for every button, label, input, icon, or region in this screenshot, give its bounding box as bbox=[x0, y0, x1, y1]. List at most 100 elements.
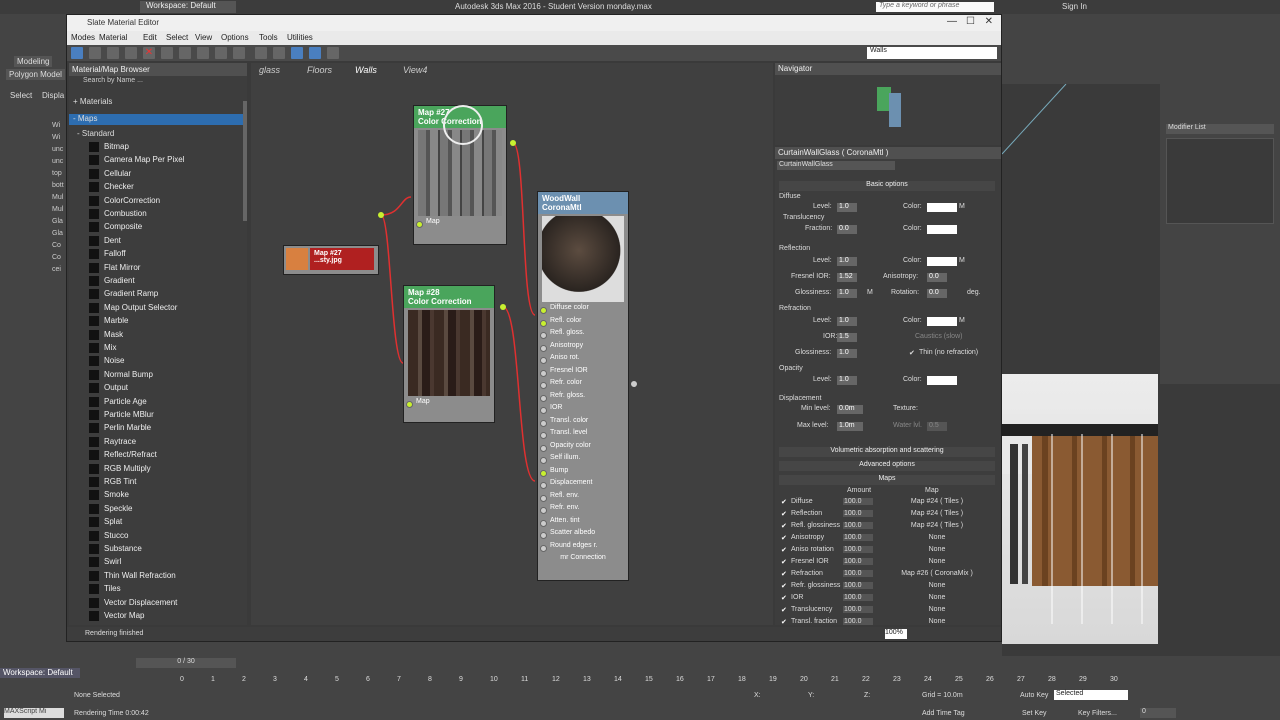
material-map-navigator-icon[interactable] bbox=[273, 47, 285, 59]
map-row-amount[interactable]: 100.0 bbox=[843, 618, 873, 625]
node-bitmap[interactable]: Map #27 ...sty.jpg bbox=[283, 245, 379, 275]
select-by-material-icon[interactable] bbox=[327, 47, 339, 59]
scene-item[interactable]: cei bbox=[52, 266, 66, 277]
menu-view[interactable]: View bbox=[195, 33, 212, 42]
thin-checkbox[interactable]: Thin (no refraction) bbox=[919, 349, 978, 356]
material-slot[interactable]: Diffuse color bbox=[538, 304, 628, 317]
map-row-amount[interactable]: 100.0 bbox=[843, 570, 873, 577]
material-slot[interactable]: Refl. color bbox=[538, 317, 628, 330]
slot-connector-icon[interactable] bbox=[540, 469, 547, 477]
material-slot[interactable]: Self illum. bbox=[538, 454, 628, 467]
map-row-amount[interactable]: 100.0 bbox=[843, 522, 873, 529]
material-slot[interactable]: Refr. gloss. bbox=[538, 392, 628, 405]
material-slot[interactable]: Displacement bbox=[538, 479, 628, 492]
modifier-list-dropdown[interactable]: Modifier List bbox=[1166, 124, 1274, 134]
browser-scrollbar[interactable] bbox=[243, 101, 247, 221]
map-button[interactable]: M bbox=[959, 203, 965, 210]
scene-item[interactable]: Gla bbox=[52, 218, 66, 229]
rollout-maps[interactable]: Maps bbox=[779, 475, 995, 485]
opacity-color-swatch[interactable] bbox=[927, 376, 957, 385]
slot-connector-icon[interactable] bbox=[540, 394, 547, 402]
browser-search-input[interactable]: Search by Name ... bbox=[69, 76, 247, 87]
diffuse-level-spinner[interactable]: 1.0 bbox=[837, 203, 857, 212]
material-slot[interactable]: Refr. color bbox=[538, 379, 628, 392]
pick-material-icon[interactable] bbox=[89, 47, 101, 59]
slot-connector-icon[interactable] bbox=[540, 307, 547, 314]
slot-connector-icon[interactable] bbox=[540, 344, 547, 352]
maximize-icon[interactable]: ☐ bbox=[966, 16, 975, 27]
check-icon[interactable]: ✔ bbox=[781, 510, 787, 518]
menu-select[interactable]: Select bbox=[166, 33, 188, 42]
map-row-amount[interactable]: 100.0 bbox=[843, 498, 873, 505]
slot-connector-icon[interactable] bbox=[540, 507, 547, 514]
water-level-checkbox[interactable]: Water lvl. bbox=[893, 422, 922, 429]
show-background-icon[interactable] bbox=[215, 47, 227, 59]
scene-item[interactable]: Wi bbox=[52, 122, 66, 133]
map-row-button[interactable]: None bbox=[885, 594, 989, 601]
map-button[interactable]: M bbox=[959, 257, 965, 264]
select-label[interactable]: Select bbox=[10, 91, 32, 100]
material-slot[interactable]: Aniso rot. bbox=[538, 354, 628, 367]
auto-key-button[interactable]: Auto Key bbox=[1020, 692, 1048, 699]
slot-connector-icon[interactable] bbox=[540, 444, 547, 452]
slot-connector-icon[interactable] bbox=[540, 544, 547, 552]
time-slider[interactable]: 0 / 30 bbox=[136, 658, 236, 668]
set-key-button[interactable]: Set Key bbox=[1022, 710, 1047, 717]
node-header[interactable]: Map #27 ...sty.jpg bbox=[310, 248, 374, 270]
slot-connector-icon[interactable] bbox=[540, 319, 547, 327]
node-header[interactable]: WoodWall CoronaMtl bbox=[538, 192, 628, 214]
node-view-area[interactable]: glass Floors Walls View4 Map #27 Color C… bbox=[251, 63, 773, 625]
slot-connector-icon[interactable] bbox=[540, 532, 547, 539]
slot-connector-icon[interactable] bbox=[540, 482, 547, 489]
rollout-basic-options[interactable]: Basic options bbox=[779, 181, 995, 191]
group-maps[interactable]: - Maps bbox=[69, 114, 243, 125]
slot-connector-icon[interactable] bbox=[540, 407, 547, 414]
material-slot[interactable]: Scatter albedo bbox=[538, 529, 628, 542]
material-slot[interactable]: Refl. gloss. bbox=[538, 329, 628, 342]
slot-connector-icon[interactable] bbox=[540, 357, 547, 364]
material-slot[interactable]: Opacity color bbox=[538, 442, 628, 455]
map-row-amount[interactable]: 100.0 bbox=[843, 510, 873, 517]
min-level-spinner[interactable]: 0.0m bbox=[837, 405, 863, 414]
map-row-amount[interactable]: 100.0 bbox=[843, 606, 873, 613]
slot-connector-icon[interactable] bbox=[540, 369, 547, 377]
menu-tools[interactable]: Tools bbox=[259, 33, 278, 42]
scene-item[interactable]: Mul bbox=[52, 206, 66, 217]
check-icon[interactable]: ✔ bbox=[781, 606, 787, 614]
translucency-color-swatch[interactable] bbox=[927, 225, 957, 234]
material-slot[interactable]: Refr. env. bbox=[538, 504, 628, 517]
check-icon[interactable]: ✔ bbox=[781, 546, 787, 554]
slot-connector-icon[interactable] bbox=[416, 221, 423, 228]
delete-icon[interactable]: ✕ bbox=[143, 47, 155, 59]
check-icon[interactable]: ✔ bbox=[781, 534, 787, 542]
rotation-spinner[interactable]: 0.0 bbox=[927, 289, 947, 298]
map-row-amount[interactable]: 100.0 bbox=[843, 594, 873, 601]
ribbon-tab-modeling[interactable]: Modeling bbox=[14, 56, 53, 67]
material-slot[interactable]: Transl. level bbox=[538, 429, 628, 442]
slot-connector-icon[interactable] bbox=[540, 382, 547, 389]
zoom-field[interactable]: 100% bbox=[885, 629, 907, 639]
workspace-dropdown-bottom[interactable]: Workspace: Default bbox=[0, 668, 80, 678]
select-tool-icon[interactable] bbox=[71, 47, 83, 59]
slot-connector-icon[interactable] bbox=[540, 332, 547, 339]
map-button[interactable]: M bbox=[959, 317, 965, 324]
layout-icon[interactable] bbox=[233, 47, 245, 59]
map-row-button[interactable]: Map #26 ( CoronaMix ) bbox=[885, 570, 989, 577]
material-slot[interactable]: Fresnel IOR bbox=[538, 367, 628, 380]
slot-connector-icon[interactable] bbox=[540, 457, 547, 464]
display-label[interactable]: Displa bbox=[42, 91, 64, 100]
diffuse-color-swatch[interactable] bbox=[927, 203, 957, 212]
node-color-correction-2[interactable]: Map #28 Color Correction Map bbox=[403, 285, 495, 423]
check-icon[interactable]: ✔ bbox=[909, 349, 915, 357]
fresnel-ior-spinner[interactable]: 1.52 bbox=[837, 273, 857, 282]
map-row-button[interactable]: Map #24 ( Tiles ) bbox=[885, 510, 989, 517]
anisotropy-spinner[interactable]: 0.0 bbox=[927, 273, 947, 282]
rollout-volumetric[interactable]: Volumetric absorption and scattering bbox=[779, 447, 995, 457]
assign-material-icon[interactable] bbox=[125, 47, 137, 59]
layout-children-icon[interactable] bbox=[255, 47, 267, 59]
slot-connector-icon[interactable] bbox=[406, 401, 413, 408]
reflection-level-spinner[interactable]: 1.0 bbox=[837, 257, 857, 266]
map-row-button[interactable]: None bbox=[885, 534, 989, 541]
scene-item[interactable]: Gla bbox=[52, 230, 66, 241]
check-icon[interactable]: ✔ bbox=[781, 498, 787, 506]
